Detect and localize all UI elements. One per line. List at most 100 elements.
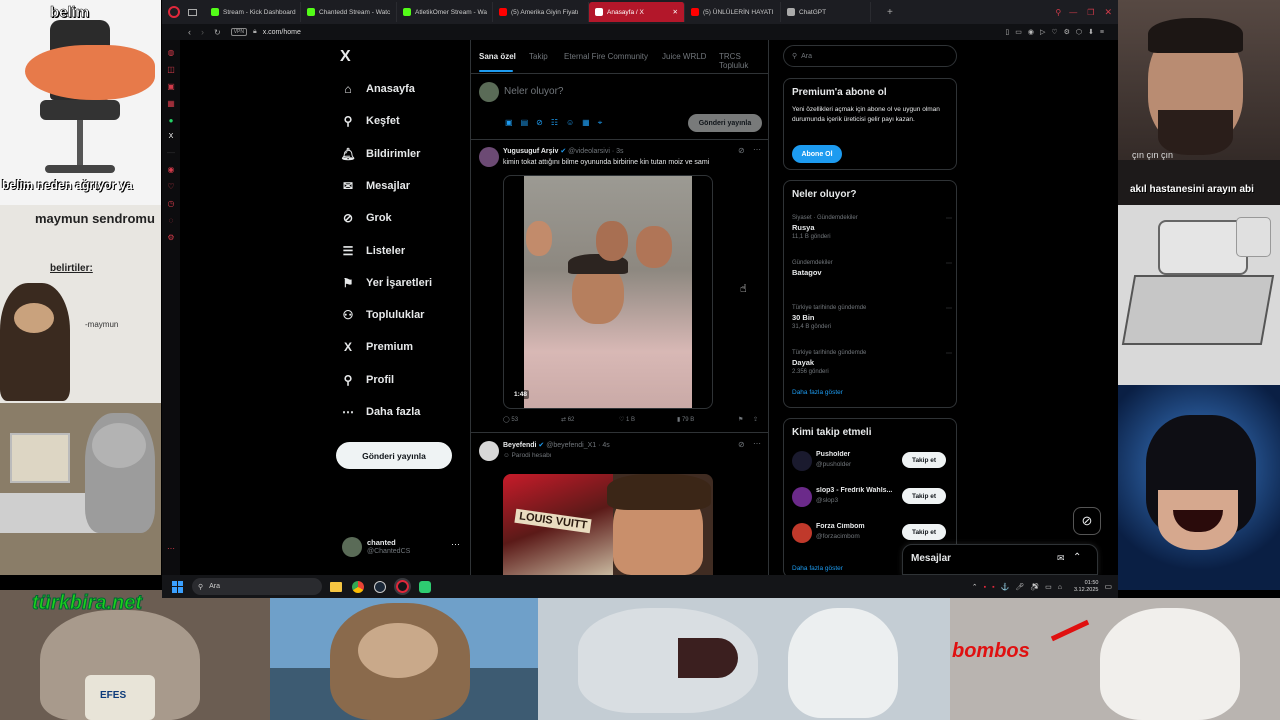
tray-icons[interactable]: ⌃▪▪⚓🎤︎🔊︎▭⌂ xyxy=(972,583,1068,591)
trend-item[interactable]: Türkiye tarihinde gündemde Dayak 2.356 gön… xyxy=(792,350,952,375)
tab-overview-icon[interactable] xyxy=(188,8,197,16)
post-handle[interactable]: @videolarsivi · 3s xyxy=(568,148,623,155)
who-show-more[interactable]: Daha fazla göster xyxy=(792,565,843,572)
location-icon[interactable]: ⌖ xyxy=(598,118,611,127)
post-handle[interactable]: @beyefendi_X1 · 4s xyxy=(546,442,610,449)
post-avatar[interactable] xyxy=(479,441,499,461)
search-box[interactable]: ⚲ Ara xyxy=(783,45,957,67)
post-avatar[interactable] xyxy=(479,147,499,167)
browser-tab[interactable]: AtletikOmer Stream - Wa xyxy=(397,2,493,22)
sidebar-aria-icon[interactable]: ◍ xyxy=(168,48,175,57)
messages-drawer[interactable]: Mesajlar ✉ ⌃ xyxy=(902,544,1098,575)
trend-more-icon[interactable]: ⋯ xyxy=(946,350,952,357)
nav-item-grok[interactable]: ⊘ Grok xyxy=(340,211,392,225)
nav-item-daha-fazla[interactable]: ⋯ Daha fazla xyxy=(340,405,420,419)
emoji-icon[interactable]: ☺ xyxy=(566,118,582,127)
post-grok-icon[interactable]: ⊘ xyxy=(738,440,745,449)
post-1[interactable]: Yugusuguf Arşiv ✔︎ @videolarsivi · 3s ⊘ … xyxy=(471,141,769,433)
new-tab-button[interactable]: + xyxy=(887,7,893,18)
nav-item-ke-fet[interactable]: ⚲ Keşfet xyxy=(340,114,400,128)
taskbar-search[interactable]: ⚲ Ara xyxy=(192,578,322,595)
post-video[interactable]: 1:48 xyxy=(503,175,713,409)
clock-time[interactable]: 01:50 xyxy=(1074,580,1099,587)
sidebar-more-icon[interactable]: ⋯ xyxy=(167,544,175,553)
sidebar-twitch-icon[interactable]: ▣ xyxy=(167,82,175,91)
back-icon[interactable]: ‹ xyxy=(188,27,191,37)
nav-item-premium[interactable]: X Premium xyxy=(340,340,413,354)
trend-item[interactable]: Türkiye tarihinde gündemde 30 Bin 31,4 B g… xyxy=(792,305,952,330)
repost-icon[interactable]: ⇄ 62 xyxy=(561,416,574,423)
sidebar-whatsapp-icon[interactable]: ● xyxy=(169,116,174,125)
trend-more-icon[interactable]: ⋯ xyxy=(946,215,952,222)
nav-item-bildirimler[interactable]: 🔔︎ Bildirimler xyxy=(340,147,420,161)
nav-item-listeler[interactable]: ☰ Listeler xyxy=(340,244,406,258)
gif-icon[interactable]: ▤ xyxy=(521,118,537,127)
sidebar-heart-icon[interactable]: ♡ xyxy=(167,182,174,191)
bookmark-icon[interactable]: ⚑ xyxy=(738,416,743,423)
taskbar-app-icon[interactable] xyxy=(419,580,431,593)
opera-logo-icon[interactable] xyxy=(168,6,180,18)
post-more-icon[interactable]: ⋯ xyxy=(753,145,761,154)
maximize-button[interactable]: ❐ xyxy=(1087,8,1094,17)
subscribe-button[interactable]: Abone Ol xyxy=(792,145,842,163)
taskbar-opera-icon[interactable] xyxy=(396,580,409,593)
extensions-icons[interactable]: ▯▭◉▷♡⚙⬡⬇≡ xyxy=(1005,28,1110,36)
post-author[interactable]: Yugusuguf Arşiv xyxy=(503,148,558,155)
reply-icon[interactable]: ◯ 53 xyxy=(503,416,518,423)
follow-suggestion[interactable]: slop3 - Fredrik Wahls... @slop3 Takip et xyxy=(792,483,952,513)
nav-item-profil[interactable]: ⚲ Profil xyxy=(340,373,395,387)
search-tabs-icon[interactable]: ⚲ xyxy=(1055,8,1061,17)
clock-date[interactable]: 3.12.2025 xyxy=(1074,587,1098,594)
tab-takip[interactable]: Takip xyxy=(529,52,548,61)
post-grok-icon[interactable]: ⊘ xyxy=(738,146,745,155)
nav-item-anasayfa[interactable]: ⌂ Anasayfa xyxy=(340,82,415,96)
browser-tab[interactable]: (5) ÜNLÜLERİN HAYATI xyxy=(685,2,781,22)
sidebar-bulb-icon[interactable]: ◌ xyxy=(169,216,174,225)
url-field[interactable]: x.com/home xyxy=(263,29,301,36)
trend-item[interactable]: Gündemdekiler Batagov ⋯ xyxy=(792,260,952,279)
minimize-button[interactable]: — xyxy=(1069,8,1077,17)
trend-item[interactable]: Siyaset · Gündemdekiler Rusya 11,1 B gönde… xyxy=(792,215,952,240)
post-image[interactable]: LOUIS VUITT xyxy=(503,474,713,575)
sidebar-bag-icon[interactable]: ◫ xyxy=(167,65,175,74)
close-window-button[interactable]: ✕ xyxy=(1104,7,1112,18)
sidebar-player-icon[interactable]: ◉ xyxy=(168,165,175,174)
post-more-icon[interactable]: ⋯ xyxy=(753,439,761,448)
views-icon[interactable]: ▮ 79 B xyxy=(677,416,694,423)
windows-start-icon[interactable] xyxy=(172,580,184,593)
nav-item-topluluklar[interactable]: ⚇ Topluluklar xyxy=(340,308,425,322)
browser-tab[interactable]: Stream - Kick Dashboard xyxy=(205,2,301,22)
notification-icon[interactable]: ▭ xyxy=(1104,582,1112,591)
browser-tab[interactable]: (5) Amerika Giyin Fiyatı xyxy=(493,2,589,22)
composer-input[interactable]: Neler oluyor? xyxy=(504,86,563,97)
taskbar-steam-icon[interactable] xyxy=(374,580,386,593)
sidebar-clock-icon[interactable]: ◷ xyxy=(168,199,175,208)
poll-icon[interactable]: ☷ xyxy=(551,118,566,127)
expand-messages-icon[interactable]: ⌃ xyxy=(1073,552,1081,563)
sidebar-grid-icon[interactable]: ▦ xyxy=(167,99,175,108)
follow-suggestion[interactable]: Pusholder @pusholder Takip et xyxy=(792,447,952,477)
lock-icon[interactable]: 🔒︎ xyxy=(253,28,257,36)
vpn-badge[interactable]: VPN xyxy=(230,28,247,36)
post-author[interactable]: Beyefendi xyxy=(503,442,536,449)
like-icon[interactable]: ♡ 1 B xyxy=(619,416,635,423)
media-icon[interactable]: ▣ xyxy=(505,118,521,127)
follow-button[interactable]: Takip et xyxy=(902,452,946,468)
account-more-icon[interactable]: ⋯ xyxy=(451,539,460,550)
follow-button[interactable]: Takip et xyxy=(902,524,946,540)
x-logo[interactable]: X xyxy=(340,48,351,66)
tab-eternal-fire[interactable]: Eternal Fire Community xyxy=(564,52,648,61)
tab-juice-wrld[interactable]: Juice WRLD xyxy=(662,52,706,61)
taskbar-folder-icon[interactable] xyxy=(330,581,342,592)
account-switcher[interactable]: chanted @ChantedCS ⋯ xyxy=(342,536,460,562)
reload-icon[interactable]: ↻ xyxy=(214,28,221,37)
trends-show-more[interactable]: Daha fazla göster xyxy=(792,389,843,396)
taskbar-chrome-icon[interactable] xyxy=(352,580,364,593)
browser-tab[interactable]: Chantedd Stream - Watc xyxy=(301,2,397,22)
post-2[interactable]: Beyefendi ✔︎ @beyefendi_X1 · 4s ⊘ ⋯ ☺ Pa… xyxy=(471,434,769,575)
sidebar-settings-icon[interactable]: ⚙ xyxy=(167,233,174,242)
grok-img-icon[interactable]: ⊘ xyxy=(536,118,551,127)
forward-icon[interactable]: › xyxy=(201,27,204,37)
composer-post-button[interactable]: Gönderi yayınla xyxy=(688,114,762,132)
schedule-icon[interactable]: ▦ xyxy=(582,118,598,127)
